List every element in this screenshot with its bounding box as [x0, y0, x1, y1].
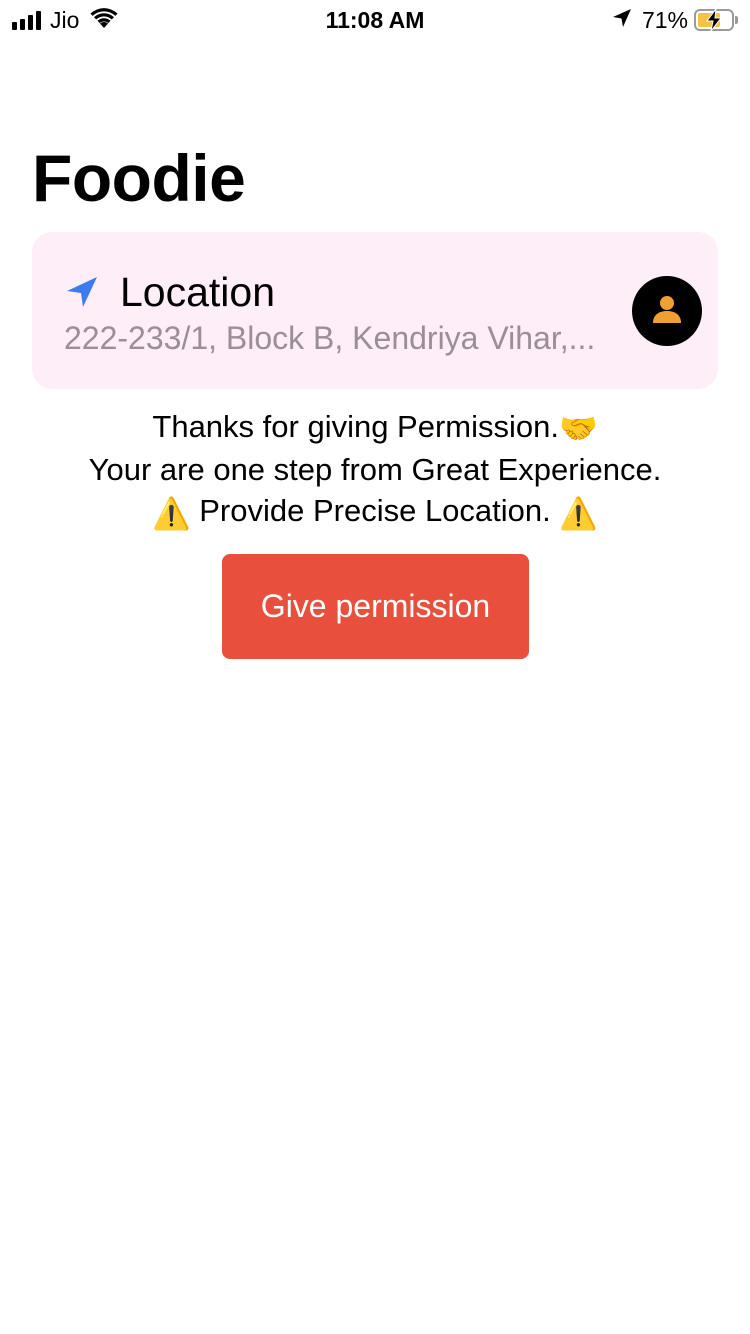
- location-services-icon: [612, 8, 632, 33]
- location-address: 222-233/1, Block B, Kendriya Vihar,...: [64, 320, 596, 356]
- precise-location-text: Provide Precise Location.: [199, 493, 551, 529]
- user-icon: [652, 294, 682, 329]
- permission-message: Thanks for giving Permission.🤝 Your are …: [0, 406, 750, 534]
- give-permission-button[interactable]: Give permission: [222, 554, 529, 659]
- location-card[interactable]: Location 222-233/1, Block B, Kendriya Vi…: [32, 232, 718, 389]
- thanks-text: Thanks for giving Permission.: [152, 409, 559, 444]
- location-title: Location: [120, 269, 276, 315]
- message-line-2: Your are one step from Great Experience.: [88, 452, 662, 488]
- battery-percentage: 71%: [641, 6, 688, 33]
- message-line-1: Thanks for giving Permission.🤝: [0, 406, 750, 449]
- message-line-3: ⚠️ Provide Precise Location. ⚠️: [0, 490, 750, 533]
- navigation-arrow-icon: [64, 274, 100, 310]
- charging-bolt-icon: [705, 7, 723, 36]
- handshake-icon: 🤝: [559, 411, 598, 447]
- status-bar: Jio 11:08 AM 71%: [0, 0, 750, 40]
- status-bar-right: 71%: [612, 6, 738, 34]
- warning-icon: ⚠️: [559, 495, 598, 531]
- location-header: Location: [64, 268, 275, 316]
- battery-icon: [694, 7, 734, 32]
- app-title: Foodie: [32, 141, 246, 215]
- profile-avatar-button[interactable]: [632, 276, 702, 346]
- battery-cap: [735, 16, 738, 24]
- warning-icon: ⚠️: [152, 495, 191, 531]
